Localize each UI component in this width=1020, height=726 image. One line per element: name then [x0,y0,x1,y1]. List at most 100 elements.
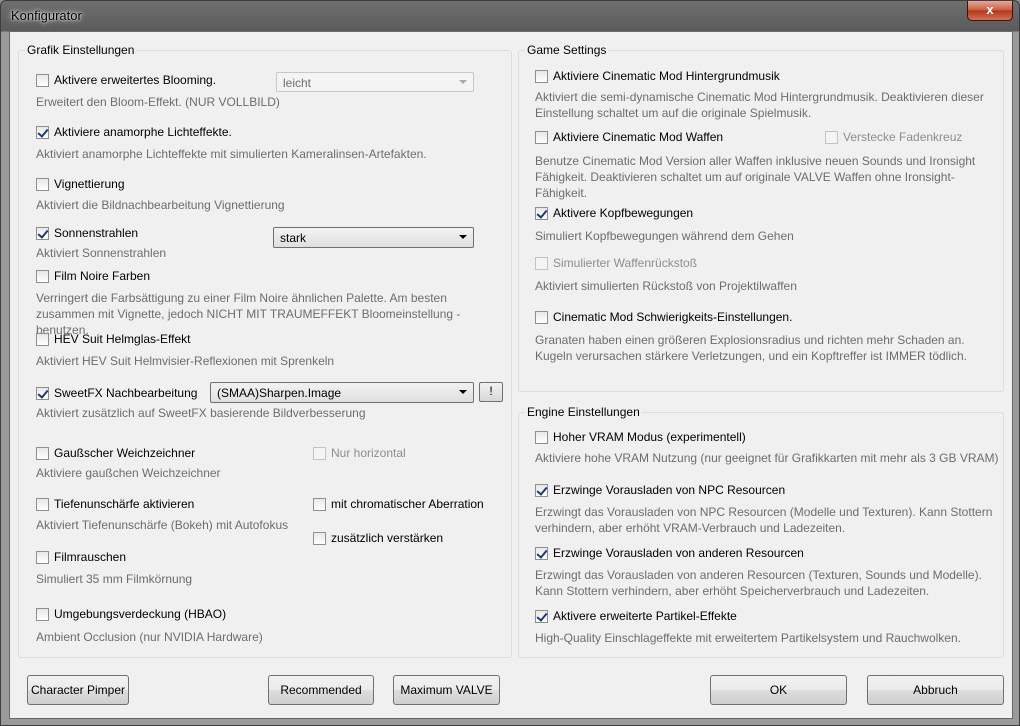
fadenkreuz-label: Verstecke Fadenkreuz [843,130,963,144]
close-button[interactable]: x [967,1,1013,21]
musik-checkbox[interactable]: Aktiviere Cinematic Mod Hintergrundmusik [535,69,780,83]
chevron-down-icon [459,80,467,84]
partikel-checkbox[interactable]: Aktivere erweiterte Partikel-Effekte [535,609,737,623]
group-game-settings: Game Settings Aktiviere Cinematic Mod Hi… [518,43,1004,392]
checkbox-box[interactable] [535,130,548,144]
npc-preload-checkbox[interactable]: Erzwinge Vorausladen von NPC Resourcen [535,483,785,497]
character-pimper-button[interactable]: Character Pimper [27,675,129,705]
nur-horizontal-checkbox[interactable]: Nur horizontal [313,446,406,460]
checkbox-box[interactable] [313,497,326,511]
blooming-label: Aktivere erweitertes Blooming. [54,73,217,87]
hev-label: HEV Suit Helmglas-Effekt [54,332,191,346]
hev-checkbox[interactable]: HEV Suit Helmglas-Effekt [36,332,191,346]
hbao-checkbox[interactable]: Umgebungsverdeckung (HBAO) [36,607,226,621]
chromatische-aberration-label: mit chromatischer Aberration [331,497,484,511]
sonnenstrahlen-description: Aktiviert Sonnenstrahlen [36,246,167,260]
window-title: Konfigurator [11,8,82,23]
kopfbewegungen-label: Aktivere Kopfbewegungen [553,206,694,220]
waffenrueckstoss-label: Simulierter Waffenrückstoß [553,256,698,270]
checkbox-box[interactable] [36,332,49,346]
blooming-description: Erweitert den Bloom-Effekt. (NUR VOLLBIL… [36,95,280,109]
ok-button[interactable]: OK [710,675,847,705]
tiefenunschaerfe-label: Tiefenunschärfe aktivieren [54,497,195,511]
anamorph-checkbox[interactable]: Aktiviere anamorphe Lichteffekte. [36,125,232,139]
recommended-button[interactable]: Recommended [268,675,374,705]
blooming-checkbox[interactable]: Aktivere erweitertes Blooming. [36,73,216,87]
zusaetzlich-verstaerken-label: zusätzlich verstärken [331,531,444,545]
kopfbewegungen-description: Simuliert Kopfbewegungen während dem Geh… [535,229,794,243]
schwierigkeit-label: Cinematic Mod Schwierigkeits-Einstellung… [553,310,793,324]
tiefenunschaerfe-checkbox[interactable]: Tiefenunschärfe aktivieren [36,497,194,511]
anamorph-description: Aktiviert anamorphe Lichteffekte mit sim… [36,147,427,161]
waffen-description: Benutze Cinematic Mod Version aller Waff… [535,154,976,200]
zusaetzlich-verstaerken-checkbox[interactable]: zusätzlich verstärken [313,531,443,545]
chromatische-aberration-checkbox[interactable]: mit chromatischer Aberration [313,497,484,511]
checkbox-box[interactable] [36,497,49,511]
filmrauschen-checkbox[interactable]: Filmrauschen [36,550,126,564]
sonnenstrahlen-label: Sonnenstrahlen [54,226,139,240]
checkbox-box[interactable] [36,269,49,283]
group-title-grafik: Grafik Einstellungen [25,43,137,57]
checkbox-box[interactable] [36,73,49,87]
checkbox-box[interactable] [36,125,49,139]
gauss-label: Gaußscher Weichzeichner [54,446,196,460]
hbao-description: Ambient Occlusion (nur NVIDIA Hardware) [36,630,263,644]
filmrauschen-description: Simuliert 35 mm Filmkörnung [36,572,193,586]
schwierigkeit-checkbox[interactable]: Cinematic Mod Schwierigkeits-Einstellung… [535,310,792,324]
vignette-checkbox[interactable]: Vignettierung [36,177,125,191]
partikel-description: High-Quality Einschlageffekte mit erweit… [535,631,961,645]
checkbox-box[interactable] [535,256,548,270]
sweetfx-description: Aktiviert zusätzlich auf SweetFX basiere… [36,406,366,420]
andere-preload-checkbox[interactable]: Erzwinge Vorausladen von anderen Resourc… [535,546,804,560]
checkbox-box[interactable] [535,609,548,623]
sweetfx-preset-select[interactable]: (SMAA)Sharpen.Image [210,382,474,403]
vignette-label: Vignettierung [54,177,125,191]
schwierigkeit-description: Granaten haben einen größeren Explosions… [535,333,968,363]
checkbox-box[interactable] [535,206,548,220]
sonnenstrahlen-select[interactable]: stark [273,227,474,248]
checkbox-box[interactable] [36,177,49,191]
bloom-strength-value: leicht [283,76,312,90]
sweetfx-checkbox[interactable]: SweetFX Nachbearbeitung [36,386,197,400]
checkbox-box[interactable] [313,531,326,545]
waffenrueckstoss-description: Aktiviert simulierten Rückstoß von Proje… [535,279,797,293]
checkbox-box[interactable] [36,226,49,240]
maximum-valve-button[interactable]: Maximum VALVE [393,675,500,705]
vram-checkbox[interactable]: Hoher VRAM Modus (experimentell) [535,430,746,444]
title-bar[interactable]: Konfigurator x [1,1,1019,31]
checkbox-box[interactable] [535,310,548,324]
checkbox-box[interactable] [535,69,548,83]
gauss-checkbox[interactable]: Gaußscher Weichzeichner [36,446,195,460]
filmnoire-label: Film Noire Farben [54,269,151,283]
sonnenstrahlen-value: stark [280,231,307,245]
sweetfx-info-button[interactable]: ! [479,382,503,402]
bloom-strength-select[interactable]: leicht [276,72,474,92]
fadenkreuz-checkbox[interactable]: Verstecke Fadenkreuz [825,130,962,144]
checkbox-box[interactable] [313,446,326,460]
hbao-label: Umgebungsverdeckung (HBAO) [54,607,227,621]
tiefenunschaerfe-description: Aktiviert Tiefenunschärfe (Bokeh) mit Au… [36,518,289,532]
abbruch-button[interactable]: Abbruch [867,675,1004,705]
group-title-engine: Engine Einstellungen [525,405,642,419]
sonnenstrahlen-checkbox[interactable]: Sonnenstrahlen [36,226,138,240]
kopfbewegungen-checkbox[interactable]: Aktivere Kopfbewegungen [535,206,693,220]
anamorph-label: Aktiviere anamorphe Lichteffekte. [54,125,232,139]
checkbox-box[interactable] [535,430,548,444]
filmnoire-checkbox[interactable]: Film Noire Farben [36,269,150,283]
checkbox-box[interactable] [36,607,49,621]
checkbox-box[interactable] [535,483,548,497]
checkbox-box[interactable] [36,446,49,460]
sweetfx-label: SweetFX Nachbearbeitung [54,386,198,400]
checkbox-box[interactable] [36,386,49,400]
waffenrueckstoss-checkbox[interactable]: Simulierter Waffenrückstoß [535,256,697,270]
musik-description: Aktiviert die semi-dynamische Cinematic … [535,90,984,120]
vram-label: Hoher VRAM Modus (experimentell) [553,430,746,444]
checkbox-box[interactable] [825,130,838,144]
checkbox-box[interactable] [36,550,49,564]
filmnoire-description: Verringert die Farbsättigung zu einer Fi… [36,291,461,337]
checkbox-box[interactable] [535,546,548,560]
hev-description: Aktiviert HEV Suit Helmvisier-Reflexione… [36,354,335,368]
waffen-checkbox[interactable]: Aktiviere Cinematic Mod Waffen [535,130,723,144]
vignette-description: Aktiviert die Bildnachbearbeitung Vignet… [36,198,285,212]
vram-description: Aktiviere hohe VRAM Nutzung (nur geeigne… [535,451,999,465]
